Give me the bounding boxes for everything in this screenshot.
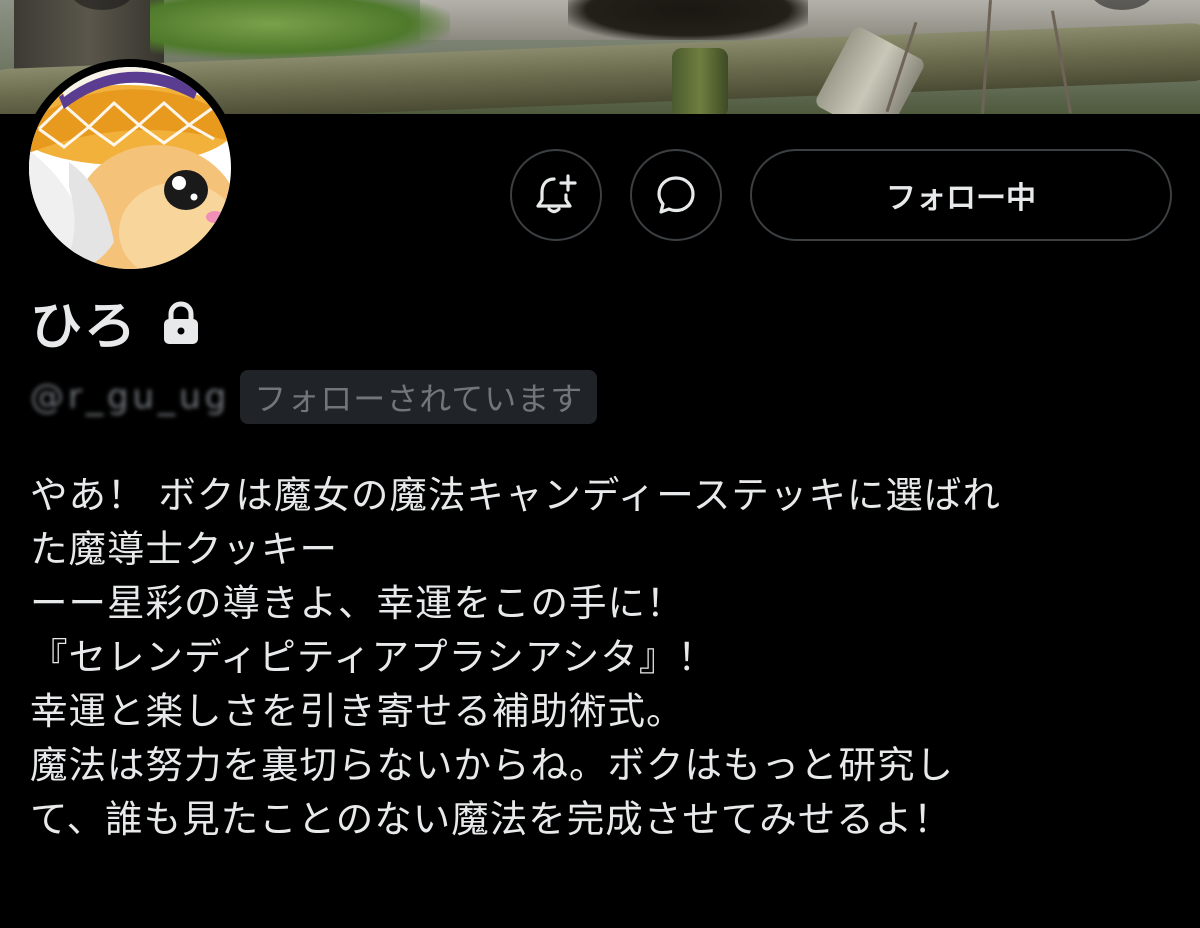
cookie-character-icon (29, 67, 231, 269)
bio-line: て、誰も見たことのない魔法を完成させてみせるよ！ (30, 797, 952, 841)
notify-button[interactable] (510, 149, 602, 241)
bell-plus-icon (536, 174, 577, 214)
bio-line: やあ！ ボクは魔女の魔法キャンディーステッキに選ばれ (30, 473, 1001, 517)
display-name: ひろ (30, 297, 139, 357)
bio-line: 魔法は努力を裏切らないからね。ボクはもっと研究し (30, 743, 954, 787)
profile-bio: やあ！ ボクは魔女の魔法キャンディーステッキに選ばれ た魔導士クッキー ーー星彩… (30, 468, 1180, 846)
banner-stump (672, 48, 728, 114)
handle: @r_gu_ug (30, 377, 231, 417)
following-button[interactable]: フォロー中 (750, 149, 1172, 241)
bio-line: た魔導士クッキー (30, 527, 338, 571)
lock-icon (160, 300, 202, 350)
display-name-row: ひろ (30, 284, 202, 359)
avatar[interactable] (21, 59, 239, 277)
following-button-label: フォロー中 (886, 181, 1036, 216)
bio-line: 『セレンディピティアプラシアシタ』！ (30, 635, 716, 679)
message-bubble-icon (657, 176, 695, 214)
banner-foliage (150, 0, 450, 60)
bio-line: ーー星彩の導きよ、幸運をこの手に！ (30, 581, 685, 625)
banner-animal (568, 0, 808, 40)
avatar-illustration (29, 67, 231, 269)
message-button[interactable] (630, 149, 722, 241)
follows-you-badge: フォローされています (240, 370, 598, 424)
bio-line: 幸運と楽しさを引き寄せる補助術式。 (30, 689, 685, 733)
handle-row: @r_gu_ug フォローされています (30, 370, 598, 424)
